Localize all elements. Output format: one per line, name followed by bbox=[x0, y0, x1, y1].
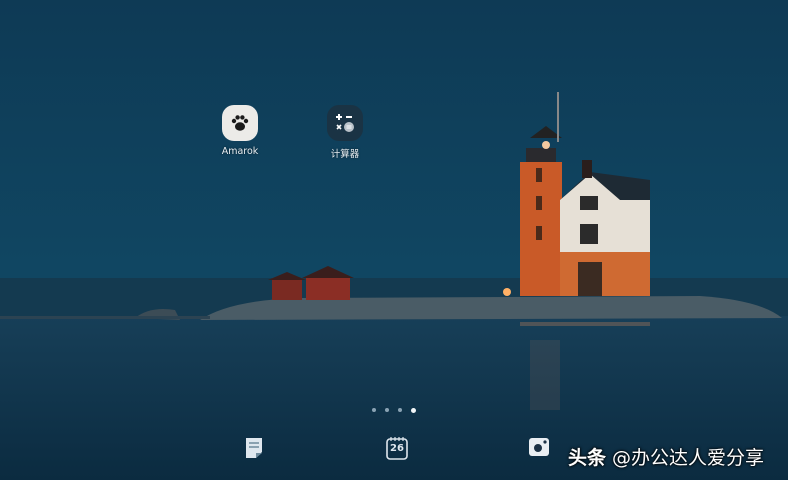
dock-camera[interactable] bbox=[525, 433, 553, 461]
paw-icon bbox=[222, 105, 258, 141]
notes-icon bbox=[246, 438, 262, 458]
page-dot[interactable] bbox=[398, 408, 402, 412]
watermark: 头条 @办公达人爱分享 bbox=[568, 443, 764, 470]
dock-calendar[interactable]: 26 bbox=[383, 434, 411, 462]
dock-notes[interactable] bbox=[240, 434, 268, 462]
page-dot[interactable] bbox=[372, 408, 376, 412]
app-label: Amarok bbox=[221, 146, 259, 157]
calculator-icon bbox=[327, 105, 363, 141]
page-dot[interactable] bbox=[385, 408, 389, 412]
watermark-brand: 头条 bbox=[568, 447, 607, 469]
page-dot-active[interactable] bbox=[411, 407, 416, 413]
camera-icon bbox=[529, 438, 549, 456]
app-label: 计算器 bbox=[330, 149, 360, 160]
calendar-date: 26 bbox=[390, 443, 404, 454]
watermark-handle: @办公达人爱分享 bbox=[612, 447, 765, 469]
page-indicator[interactable] bbox=[372, 407, 416, 413]
app-calculator[interactable]: 计算器 bbox=[310, 105, 380, 160]
app-amarok[interactable]: Amarok bbox=[205, 105, 275, 157]
